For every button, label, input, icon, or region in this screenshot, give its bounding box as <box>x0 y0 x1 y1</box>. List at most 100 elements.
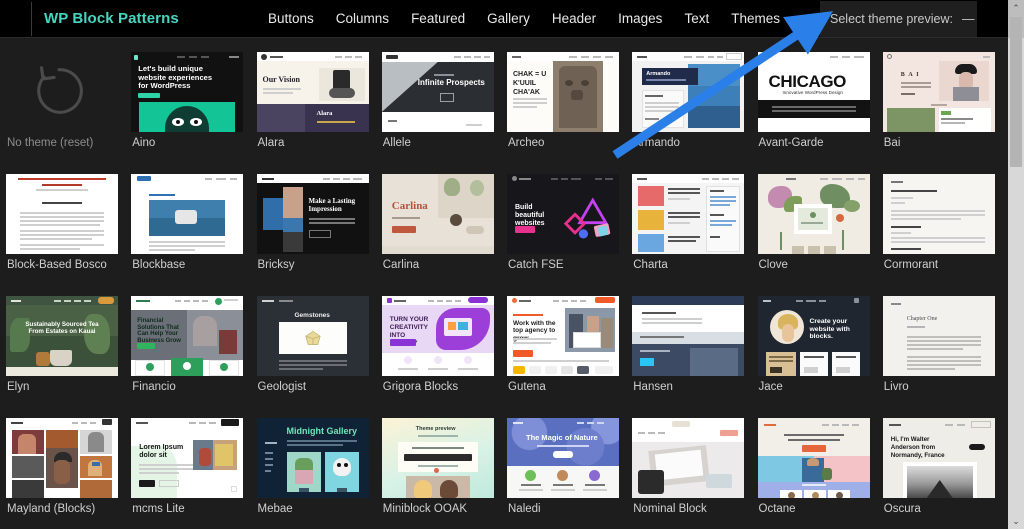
theme-cell-oscura[interactable]: Hi, I'm Walter Anderson from Normandy, F… <box>882 412 1008 529</box>
theme-thumbnail[interactable]: Our Vision Alara <box>256 52 369 132</box>
theme-cell-naledi[interactable]: The Magic of Nature Naledi <box>507 412 632 529</box>
vertical-scrollbar[interactable]: ⌃ ⌄ <box>1008 0 1024 529</box>
nav-item-text[interactable]: Text <box>684 11 709 26</box>
theme-thumbnail[interactable]: Theme preview <box>381 418 494 498</box>
theme-thumbnail[interactable]: Work with the top agency to grow <box>507 296 619 376</box>
theme-thumbnail[interactable] <box>882 174 995 254</box>
theme-cell-mcms-lite[interactable]: Lorem Ipsum dolor sit mcms Lite <box>131 412 256 529</box>
theme-thumbnail[interactable]: Midnight Gallery <box>256 418 369 498</box>
theme-cell-avant-garde[interactable]: CHICAGO Innovative WordPress Design Avan… <box>757 46 883 168</box>
thumb-headline: Gemstones <box>294 312 330 319</box>
thumb-headline: Infinite Prospects <box>417 78 485 87</box>
nav-item-images[interactable]: Images <box>618 11 662 26</box>
theme-cell-blockbase[interactable]: Blockbase <box>131 168 256 290</box>
theme-cell-carlina[interactable]: Carlina Carlina <box>381 168 507 290</box>
theme-row: Sustainably Sourced Tea From Estates on … <box>6 290 1008 412</box>
theme-cell-clove[interactable]: Clove <box>757 168 883 290</box>
theme-thumbnail[interactable]: Armando <box>632 52 745 132</box>
nav-item-columns[interactable]: Columns <box>336 11 389 26</box>
nav-item-header[interactable]: Header <box>552 11 596 26</box>
theme-thumbnail[interactable]: Gemstones <box>256 296 369 376</box>
theme-cell-alara[interactable]: Our Vision Alara Alara <box>256 46 382 168</box>
theme-thumbnail[interactable]: Carlina <box>381 174 494 254</box>
theme-name: Jace <box>758 381 783 393</box>
theme-name: Nominal Block <box>633 503 707 515</box>
thumb-headline: Let's build unique website experiences f… <box>138 64 213 90</box>
theme-thumbnail[interactable] <box>757 174 870 254</box>
scrollbar-thumb[interactable] <box>1010 17 1022 167</box>
theme-thumbnail[interactable] <box>757 418 870 498</box>
theme-thumbnail[interactable]: Lorem Ipsum dolor sit <box>131 418 244 498</box>
main-nav: Buttons Columns Featured Gallery Header … <box>268 11 780 26</box>
theme-thumbnail[interactable]: Infinite Prospects <box>381 52 494 132</box>
thumb-headline: Armando <box>646 71 671 77</box>
theme-cell-archeo[interactable]: CHAK = U K'UUIL CHA'AK Archeo <box>507 46 632 168</box>
theme-preview-value: — <box>961 12 975 26</box>
theme-thumbnail[interactable]: Hi, I'm Walter Anderson from Normandy, F… <box>882 418 995 498</box>
theme-cell-block-based-bosco[interactable]: Block-Based Bosco <box>6 168 131 290</box>
theme-cell-jace[interactable]: Create your website with blocks. Jace <box>757 290 883 412</box>
scrollbar-up-arrow-icon[interactable]: ⌃ <box>1008 0 1024 16</box>
theme-cell-grigora-blocks[interactable]: TURN YOUR CREATIVITY INTO REALITY <box>381 290 507 412</box>
theme-cell-catch-fse[interactable]: Build beautiful websites faster. Catch F… <box>507 168 632 290</box>
theme-cell-bai[interactable]: B A I Bai <box>882 46 1008 168</box>
theme-thumbnail[interactable]: Make a Lasting Impression <box>256 174 369 254</box>
theme-cell-no-theme-reset[interactable]: No theme (reset) <box>6 46 131 168</box>
theme-cell-gutena[interactable]: Work with the top agency to grow <box>507 290 632 412</box>
nav-item-gallery[interactable]: Gallery <box>487 11 530 26</box>
theme-preview-select[interactable]: Select theme preview: — <box>820 1 977 37</box>
theme-cell-mayland-blocks[interactable]: Mayland (Blocks) <box>6 412 131 529</box>
theme-thumbnail[interactable] <box>6 418 118 498</box>
site-header: WP Block Patterns Buttons Columns Featur… <box>0 0 1024 38</box>
theme-cell-mebae[interactable]: Midnight Gallery Mebae <box>256 412 382 529</box>
theme-name: Gutena <box>508 381 546 393</box>
theme-thumbnail[interactable]: The Magic of Nature <box>507 418 619 498</box>
theme-name: Livro <box>883 381 909 393</box>
theme-thumbnail[interactable] <box>6 174 118 254</box>
theme-thumbnail[interactable] <box>632 418 745 498</box>
theme-name: Cormorant <box>883 259 939 271</box>
theme-cell-aino[interactable]: Let's build unique website experiences f… <box>131 46 256 168</box>
theme-thumbnail[interactable]: Sustainably Sourced Tea From Estates on … <box>6 296 118 376</box>
nav-item-buttons[interactable]: Buttons <box>268 11 314 26</box>
theme-thumbnail[interactable] <box>131 174 244 254</box>
theme-cell-hansen[interactable]: Hansen <box>632 290 757 412</box>
theme-cell-nominal-block[interactable]: Nominal Block <box>632 412 757 529</box>
theme-thumbnail[interactable] <box>632 296 745 376</box>
theme-cell-elyn[interactable]: Sustainably Sourced Tea From Estates on … <box>6 290 131 412</box>
thumb-headline: Create your website with blocks. <box>809 318 850 341</box>
theme-thumbnail[interactable]: Create your website with blocks. <box>757 296 870 376</box>
theme-thumbnail[interactable]: Chapter One <box>882 296 995 376</box>
theme-cell-octane[interactable]: Octane <box>757 412 883 529</box>
theme-thumbnail[interactable] <box>632 174 745 254</box>
nav-item-featured[interactable]: Featured <box>411 11 465 26</box>
theme-thumbnail[interactable]: CHAK = U K'UUIL CHA'AK <box>507 52 619 132</box>
theme-cell-livro[interactable]: Chapter One Livro <box>882 290 1008 412</box>
brand-divider <box>31 2 32 36</box>
thumb-headline: B A I <box>900 72 920 78</box>
theme-cell-geologist[interactable]: Gemstones Geologist <box>256 290 382 412</box>
theme-cell-armando[interactable]: Armando Armando <box>632 46 757 168</box>
theme-cell-allele[interactable]: Infinite Prospects Allele <box>381 46 507 168</box>
theme-thumbnail[interactable]: Financial Solutions That Can Help Your B… <box>131 296 244 376</box>
theme-thumbnail[interactable]: B A I <box>882 52 995 132</box>
theme-row: No theme (reset) Let's build unique webs… <box>6 46 1008 168</box>
scrollbar-down-arrow-icon[interactable]: ⌄ <box>1008 513 1024 529</box>
theme-cell-miniblock-ooak[interactable]: Theme preview Miniblock OOAK <box>381 412 507 529</box>
thumb-headline: Hi, I'm Walter Anderson from Normandy, F… <box>890 436 945 460</box>
theme-name: Miniblock OOAK <box>382 503 468 515</box>
thumb-headline: Carlina <box>391 200 428 212</box>
theme-cell-charta[interactable]: Charta <box>632 168 757 290</box>
theme-cell-bricksy[interactable]: Make a Lasting Impression Bricksy <box>256 168 382 290</box>
nav-item-themes[interactable]: Themes <box>731 11 780 26</box>
theme-name: Carlina <box>382 259 420 271</box>
theme-thumbnail[interactable]: TURN YOUR CREATIVITY INTO REALITY <box>381 296 494 376</box>
theme-thumbnail[interactable]: CHICAGO Innovative WordPress Design <box>757 52 870 132</box>
theme-cell-financio[interactable]: Financial Solutions That Can Help Your B… <box>131 290 256 412</box>
thumb-headline: Sustainably Sourced Tea From Estates on … <box>25 321 99 335</box>
theme-name: No theme (reset) <box>7 137 94 149</box>
theme-cell-cormorant[interactable]: Cormorant <box>882 168 1008 290</box>
theme-thumbnail[interactable]: Build beautiful websites faster. <box>507 174 619 254</box>
site-brand[interactable]: WP Block Patterns <box>44 10 179 27</box>
theme-thumbnail[interactable]: Let's build unique website experiences f… <box>131 52 244 132</box>
